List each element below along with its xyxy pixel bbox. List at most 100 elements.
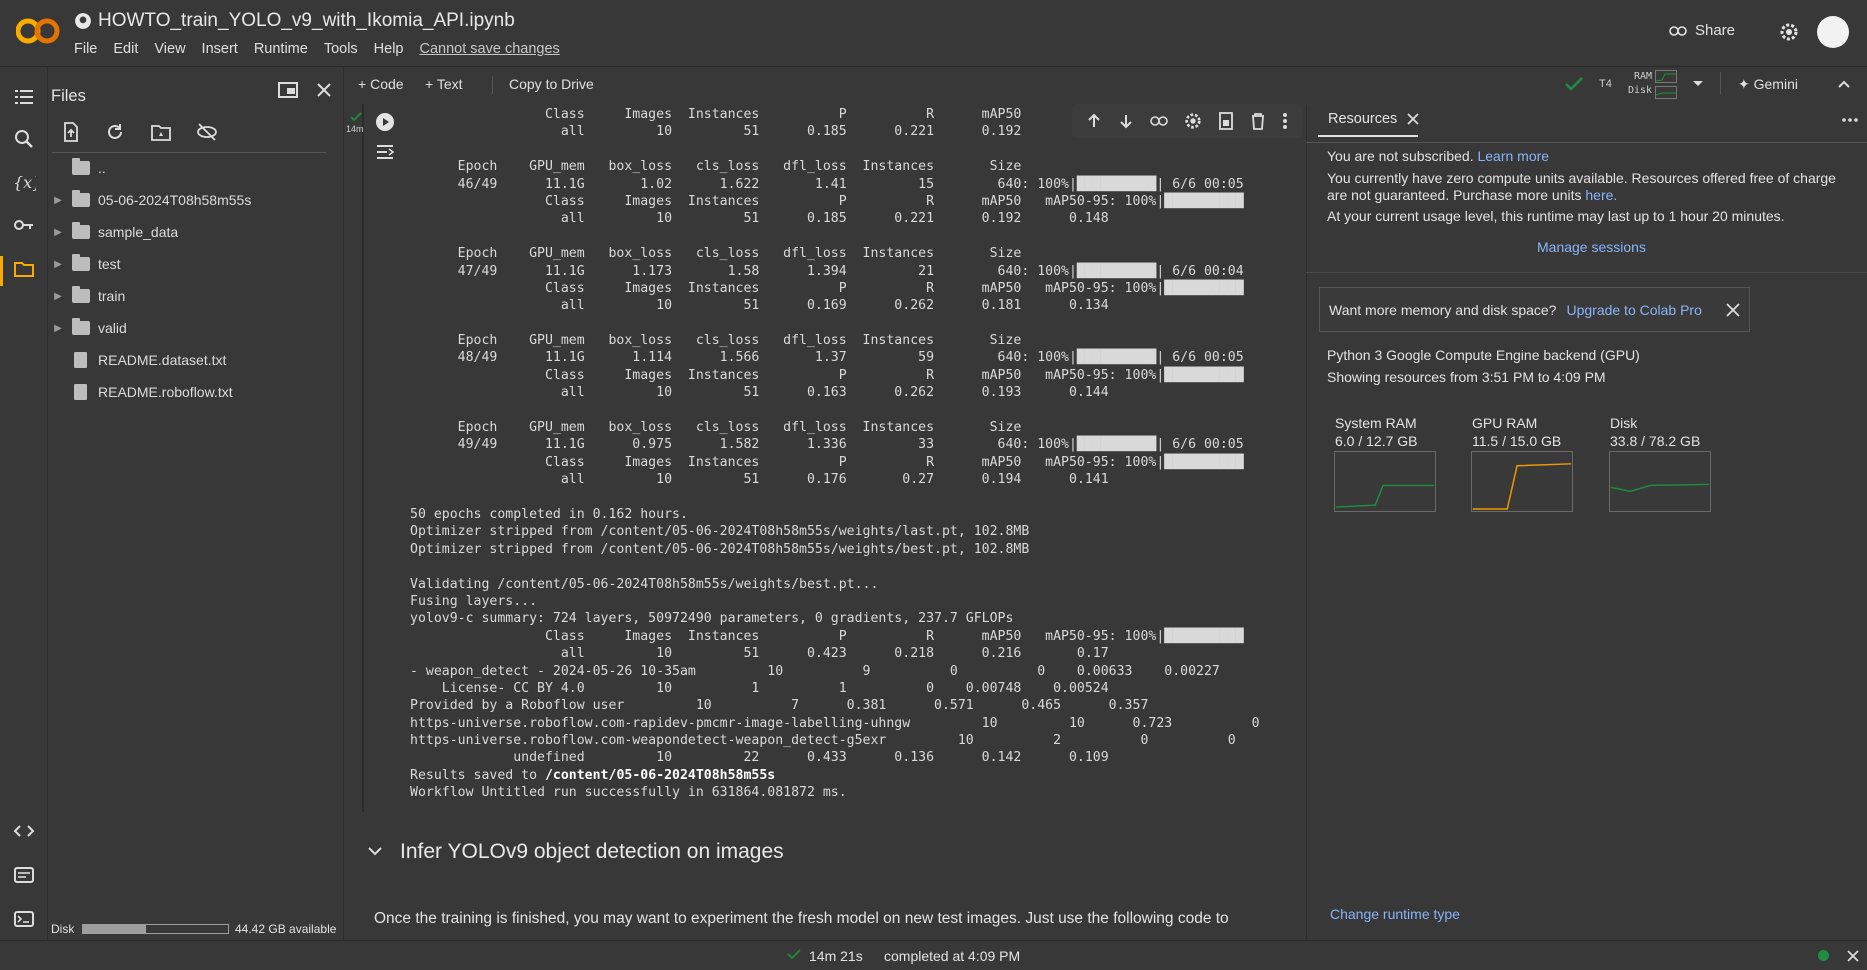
manage-sessions-button[interactable]: Manage sessions [1537, 239, 1646, 255]
output-line: - weapon_detect - 2024-05-26 10-35am 10 … [410, 663, 1220, 679]
status-elapsed[interactable]: 14m 21s [809, 948, 863, 964]
share-label: Share [1694, 22, 1735, 39]
code-snippets-icon[interactable] [12, 819, 36, 843]
close-tab-icon[interactable] [1407, 113, 1419, 125]
folder-icon [72, 190, 90, 207]
output-actions-icon[interactable] [375, 144, 397, 162]
cell-success-check-icon [350, 112, 362, 122]
output-line: all 10 51 0.423 0.218 0.216 0.17 [410, 646, 1109, 662]
collapse-section-icon[interactable] [368, 847, 382, 857]
upload-file-icon[interactable] [61, 122, 81, 142]
hide-hidden-files-icon[interactable] [196, 122, 218, 142]
toolbar-divider [1720, 72, 1721, 94]
section-heading-text: Infer YOLOv9 object detection on images [400, 840, 784, 863]
output-line: Epoch GPU_mem box_loss cls_loss dfl_loss… [410, 420, 1022, 436]
file-tree-item-readme-roboflow[interactable]: README.roboflow.txt [52, 384, 233, 400]
output-line: Epoch GPU_mem box_loss cls_loss dfl_loss… [410, 159, 1022, 175]
link-cell-icon[interactable] [1150, 113, 1168, 129]
output-line: Optimizer stripped from /content/05-06-2… [410, 541, 1030, 557]
add-text-button[interactable]: + Text [425, 76, 463, 92]
gemini-button[interactable]: ✦ Gemini [1738, 76, 1798, 93]
notebook-title-text[interactable]: HOWTO_train_YOLO_v9_with_Ikomia_API.ipyn… [98, 10, 515, 32]
mount-drive-icon[interactable] [150, 122, 172, 142]
file-tree-item-readme-dataset[interactable]: README.dataset.txt [52, 352, 226, 368]
move-down-icon[interactable] [1118, 113, 1134, 129]
expand-caret-icon[interactable]: ▶ [52, 195, 64, 206]
output-line: 49/49 11.1G 0.975 1.582 1.336 33 640: 10… [410, 437, 1244, 453]
runtime-type[interactable]: T4 [1599, 78, 1612, 90]
menu-file[interactable]: File [74, 41, 97, 57]
delete-cell-icon[interactable] [1250, 112, 1266, 130]
output-line: 50 epochs completed in 0.162 hours. [410, 506, 688, 522]
file-tree-item-train[interactable]: ▶ train [52, 286, 125, 304]
output-line: yolov9-c summary: 724 layers, 50972490 p… [410, 611, 1014, 627]
panel-more-icon[interactable] [1842, 117, 1858, 123]
upgrade-banner-text: Want more memory and disk space? [1329, 301, 1557, 318]
copy-to-drive-button[interactable]: Copy to Drive [509, 76, 594, 92]
add-code-button[interactable]: + Code [358, 76, 404, 92]
notebook-title[interactable]: HOWTO_train_YOLO_v9_with_Ikomia_API.ipyn… [74, 10, 515, 32]
upgrade-banner: Want more memory and disk space? Upgrade… [1319, 287, 1750, 332]
command-palette-icon[interactable] [12, 863, 36, 887]
upgrade-link[interactable]: Upgrade to Colab Pro [1566, 302, 1701, 318]
left-rail: {x} [0, 67, 48, 940]
section-heading[interactable]: Infer YOLOv9 object detection on images [368, 840, 784, 864]
file-tree-item-test[interactable]: ▶ test [52, 254, 121, 272]
mirror-cell-icon[interactable] [1218, 112, 1234, 130]
output-line: Fusing layers... [410, 593, 538, 609]
file-icon [74, 384, 87, 400]
menu-insert[interactable]: Insert [202, 41, 238, 57]
secrets-key-icon[interactable] [12, 213, 36, 237]
output-line: Class Images Instances P R mAP50 mAP50-9… [410, 280, 1244, 296]
runtime-dropdown-icon[interactable] [1692, 80, 1704, 88]
collapse-header-icon[interactable] [1838, 80, 1850, 88]
file-tree-item-sample-data[interactable]: ▶ sample_data [52, 222, 178, 240]
menu-help[interactable]: Help [374, 41, 404, 57]
run-cell-icon[interactable] [375, 112, 395, 132]
search-icon[interactable] [12, 127, 36, 151]
close-status-icon[interactable] [1847, 950, 1859, 962]
output-line: Provided by a Roboflow user 10 7 0.381 0… [410, 698, 1149, 714]
menu-view[interactable]: View [154, 41, 185, 57]
move-up-icon[interactable] [1086, 113, 1102, 129]
ram-disk-labels[interactable]: RAM Disk [1628, 70, 1652, 98]
colab-logo[interactable] [16, 14, 60, 48]
expand-caret-icon[interactable]: ▶ [52, 227, 64, 238]
files-folder-icon[interactable] [12, 257, 36, 281]
open-in-tab-icon[interactable] [278, 82, 298, 98]
change-runtime-button[interactable]: Change runtime type [1330, 906, 1460, 922]
expand-caret-icon[interactable]: ▶ [52, 259, 64, 270]
menu-runtime[interactable]: Runtime [254, 41, 308, 57]
status-completed[interactable]: completed at 4:09 PM [884, 948, 1020, 964]
file-tree-item-run-folder[interactable]: ▶ 05-06-2024T08h58m55s [52, 190, 251, 208]
gauge-gpu-ram-label: GPU RAM 11.5 / 15.0 GB [1472, 415, 1562, 449]
learn-more-link[interactable]: Learn more [1477, 148, 1549, 164]
menu-edit[interactable]: Edit [113, 41, 138, 57]
output-line: all 10 51 0.163 0.262 0.193 0.144 [410, 385, 1109, 401]
cell-settings-icon[interactable] [1184, 112, 1202, 130]
variables-icon[interactable]: {x} [12, 170, 36, 194]
share-button[interactable]: Share [1669, 22, 1735, 39]
gpu-ram-graph [1471, 451, 1573, 512]
expand-caret-icon[interactable]: ▶ [52, 291, 64, 302]
terminal-icon[interactable] [12, 907, 36, 931]
expand-caret-icon[interactable]: ▶ [52, 323, 64, 334]
menu-tools[interactable]: Tools [324, 41, 358, 57]
refresh-icon[interactable] [105, 122, 125, 142]
file-tree-item-valid[interactable]: ▶ valid [52, 318, 127, 336]
folder-icon [72, 286, 90, 303]
file-icon [74, 352, 87, 368]
cannot-save-link[interactable]: Cannot save changes [420, 41, 560, 57]
purchase-here-link[interactable]: here. [1585, 187, 1617, 203]
dismiss-banner-icon[interactable] [1726, 302, 1740, 317]
files-divider [52, 152, 326, 153]
ram-disk-sparkline[interactable] [1655, 70, 1677, 100]
more-options-icon[interactable] [1282, 112, 1288, 130]
toc-icon[interactable] [12, 85, 36, 109]
account-avatar[interactable] [1817, 16, 1849, 48]
settings-gear-icon[interactable] [1779, 22, 1799, 42]
file-tree-item-parent[interactable]: .. [52, 158, 106, 176]
resources-tab[interactable]: Resources [1328, 111, 1419, 127]
close-panel-icon[interactable] [316, 82, 332, 98]
